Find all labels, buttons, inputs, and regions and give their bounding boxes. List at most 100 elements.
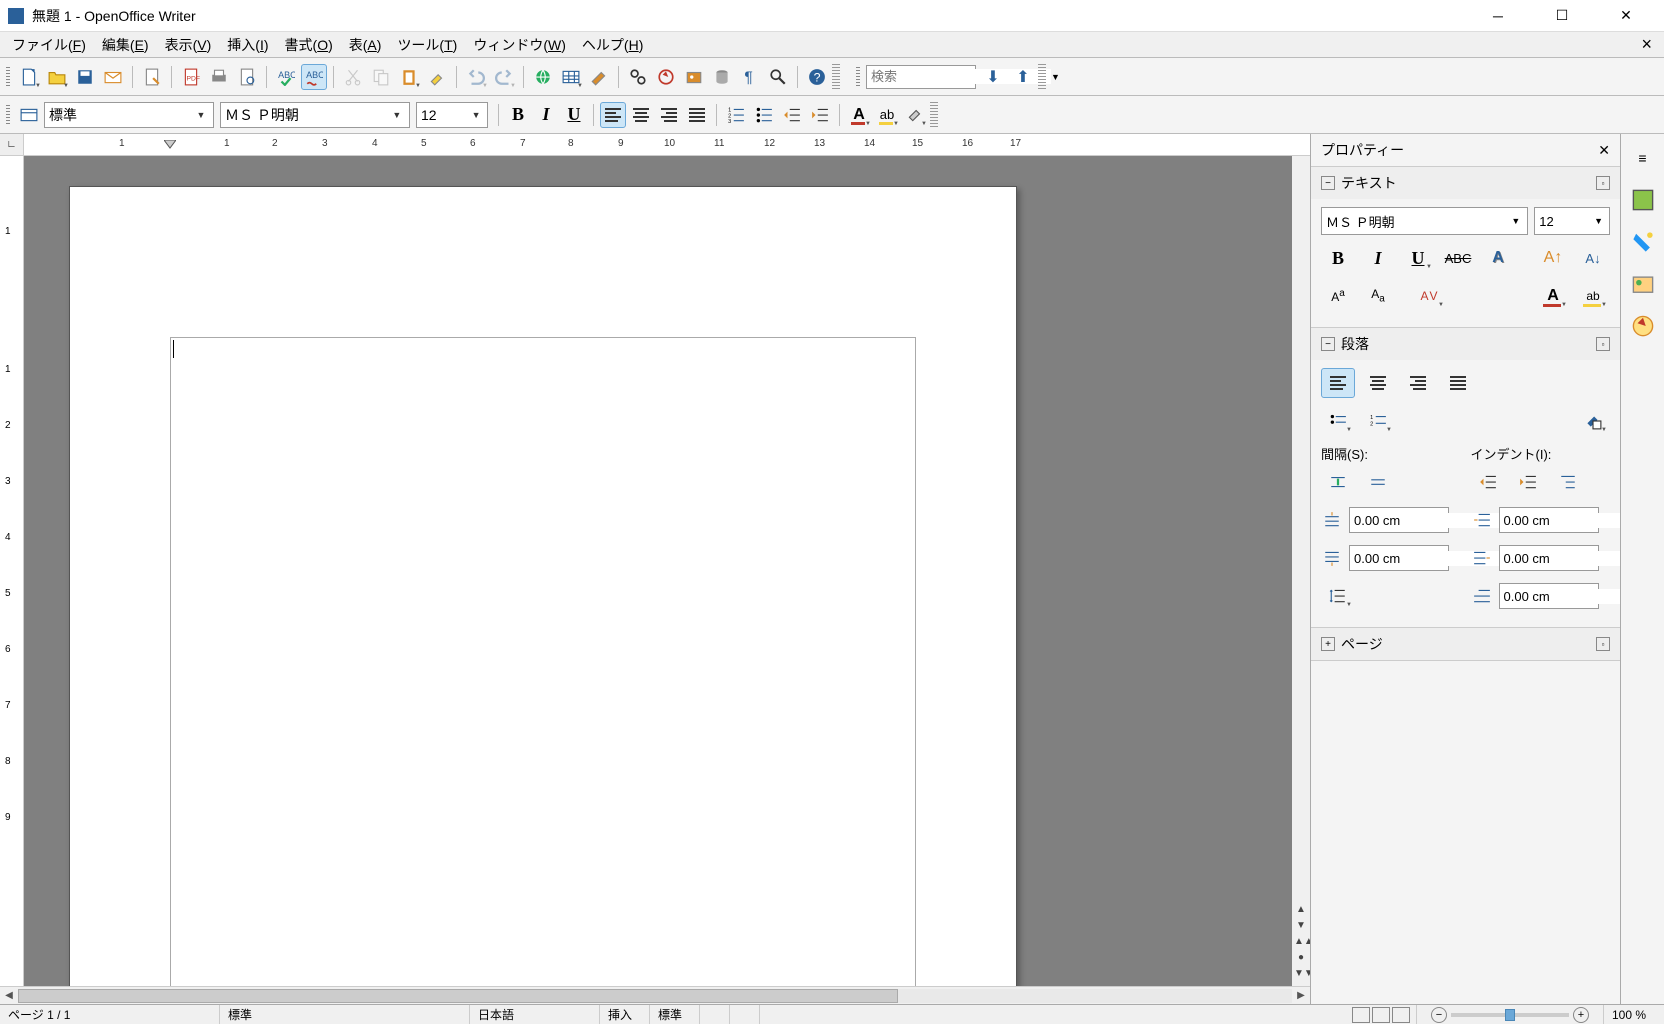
- dropdown-arrow[interactable]: ▼: [469, 110, 483, 120]
- sidebar-decrease-indent-button[interactable]: [1471, 467, 1505, 497]
- sidebar-shadow-button[interactable]: A: [1481, 243, 1515, 273]
- decrease-indent-button[interactable]: [779, 102, 805, 128]
- below-spacing-input[interactable]: ▲▼: [1349, 545, 1449, 571]
- increase-font-button[interactable]: A↑: [1536, 243, 1570, 273]
- find-replace-button[interactable]: [625, 64, 651, 90]
- toolbar-overflow[interactable]: [930, 102, 938, 128]
- decrease-font-button[interactable]: A↓: [1576, 243, 1610, 273]
- decrease-spacing-button[interactable]: [1361, 467, 1395, 497]
- zoom-button[interactable]: [765, 64, 791, 90]
- email-button[interactable]: [100, 64, 126, 90]
- book-view-button[interactable]: [1392, 1007, 1410, 1023]
- save-button[interactable]: [72, 64, 98, 90]
- menu-edit[interactable]: 編集(E): [94, 31, 157, 59]
- sidebar-strikethrough-button[interactable]: ABC: [1441, 243, 1475, 273]
- close-document-button[interactable]: ×: [1635, 34, 1658, 55]
- line-spacing-button[interactable]: [1321, 581, 1355, 611]
- page[interactable]: [69, 186, 1017, 986]
- more-options-button[interactable]: ▫: [1596, 637, 1610, 651]
- ruler-corner[interactable]: ∟: [0, 134, 24, 155]
- zoom-percent[interactable]: 100 %: [1604, 1005, 1664, 1024]
- highlight-button[interactable]: ab: [874, 102, 900, 128]
- page-panel-header[interactable]: + ページ ▫: [1311, 628, 1620, 660]
- above-spacing-input[interactable]: ▲▼: [1349, 507, 1449, 533]
- scroll-thumb[interactable]: [18, 989, 898, 1003]
- redo-button[interactable]: [491, 64, 517, 90]
- styles-tab[interactable]: [1627, 224, 1659, 260]
- scroll-left-button[interactable]: ◀: [0, 990, 18, 1001]
- font-size-combo[interactable]: ▼: [416, 102, 488, 128]
- vertical-scrollbar[interactable]: ▲ ▼ ▲▲ ● ▼▼: [1292, 156, 1310, 986]
- horizontal-scrollbar[interactable]: ◀ ▶: [0, 986, 1310, 1004]
- search-input[interactable]: ▼: [866, 65, 976, 89]
- more-options-button[interactable]: ▫: [1596, 176, 1610, 190]
- multi-page-view-button[interactable]: [1372, 1007, 1390, 1023]
- sidebar-bullets-button[interactable]: [1321, 406, 1355, 436]
- sidebar-numbering-button[interactable]: 12: [1361, 406, 1395, 436]
- sidebar-menu-button[interactable]: ≡: [1627, 140, 1659, 176]
- copy-button[interactable]: [368, 64, 394, 90]
- expand-icon[interactable]: +: [1321, 637, 1335, 651]
- menu-window[interactable]: ウィンドウ(W): [465, 31, 574, 59]
- zoom-slider[interactable]: − +: [1425, 1007, 1595, 1023]
- print-button[interactable]: [206, 64, 232, 90]
- dropdown-arrow[interactable]: ▼: [1508, 216, 1523, 226]
- undo-button[interactable]: [463, 64, 489, 90]
- bullets-button[interactable]: [751, 102, 777, 128]
- zoom-out-button[interactable]: −: [1431, 1007, 1447, 1023]
- status-language[interactable]: 日本語: [470, 1005, 600, 1024]
- dropdown-arrow[interactable]: ▼: [389, 110, 405, 120]
- sidebar-highlight-button[interactable]: ab: [1576, 281, 1610, 311]
- print-preview-button[interactable]: [234, 64, 260, 90]
- paragraph-panel-header[interactable]: − 段落 ▫: [1311, 328, 1620, 360]
- navigator-button[interactable]: [653, 64, 679, 90]
- sidebar-align-right-button[interactable]: [1401, 368, 1435, 398]
- justify-button[interactable]: [684, 102, 710, 128]
- menu-view[interactable]: 表示(V): [157, 31, 220, 59]
- next-page-button[interactable]: ▼▼: [1294, 968, 1308, 982]
- sidebar-increase-indent-button[interactable]: [1511, 467, 1545, 497]
- status-selection-mode[interactable]: 標準: [650, 1005, 700, 1024]
- background-color-button[interactable]: [902, 102, 928, 128]
- increase-spacing-button[interactable]: [1321, 467, 1355, 497]
- toolbar-grip[interactable]: [856, 67, 860, 87]
- collapse-icon[interactable]: −: [1321, 176, 1335, 190]
- bold-button[interactable]: B: [505, 102, 531, 128]
- increase-indent-button[interactable]: [807, 102, 833, 128]
- cut-button[interactable]: [340, 64, 366, 90]
- collapse-icon[interactable]: −: [1321, 337, 1335, 351]
- superscript-button[interactable]: Aa: [1321, 281, 1355, 311]
- sidebar-align-center-button[interactable]: [1361, 368, 1395, 398]
- right-indent-input[interactable]: ▲▼: [1499, 545, 1599, 571]
- character-spacing-button[interactable]: AV: [1413, 281, 1447, 311]
- single-page-view-button[interactable]: [1352, 1007, 1370, 1023]
- sidebar-align-left-button[interactable]: [1321, 368, 1355, 398]
- prev-page-button[interactable]: ▲▲: [1294, 936, 1308, 950]
- toolbar-overflow[interactable]: [1038, 64, 1046, 90]
- sidebar-underline-button[interactable]: U: [1401, 243, 1435, 273]
- horizontal-ruler[interactable]: 1 1 2 3 4 5 6 7 8 9 10 11 12 13 14 15 16…: [24, 134, 1310, 155]
- format-paintbrush-button[interactable]: [424, 64, 450, 90]
- styles-button[interactable]: [16, 102, 42, 128]
- edit-file-button[interactable]: [139, 64, 165, 90]
- status-insert-mode[interactable]: 挿入: [600, 1005, 650, 1024]
- text-area[interactable]: [170, 337, 916, 986]
- spellcheck-button[interactable]: ABC: [273, 64, 299, 90]
- table-button[interactable]: [558, 64, 584, 90]
- italic-button[interactable]: I: [533, 102, 559, 128]
- maximize-button[interactable]: ☐: [1540, 0, 1584, 32]
- font-color-button[interactable]: A: [846, 102, 872, 128]
- status-signature[interactable]: [730, 1005, 760, 1024]
- sidebar-font-color-button[interactable]: A: [1536, 281, 1570, 311]
- menu-file[interactable]: ファイル(F): [4, 31, 94, 59]
- menu-table[interactable]: 表(A): [341, 31, 390, 59]
- firstline-indent-input[interactable]: ▲▼: [1499, 583, 1599, 609]
- dropdown-arrow[interactable]: ▼: [1592, 216, 1605, 226]
- subscript-button[interactable]: Aa: [1361, 281, 1395, 311]
- vertical-ruler[interactable]: 1 1 2 3 4 5 6 7 8 9: [0, 156, 24, 986]
- zoom-in-button[interactable]: +: [1573, 1007, 1589, 1023]
- autospellcheck-button[interactable]: ABC: [301, 64, 327, 90]
- align-right-button[interactable]: [656, 102, 682, 128]
- toolbar-grip[interactable]: [6, 67, 10, 87]
- numbering-button[interactable]: 123: [723, 102, 749, 128]
